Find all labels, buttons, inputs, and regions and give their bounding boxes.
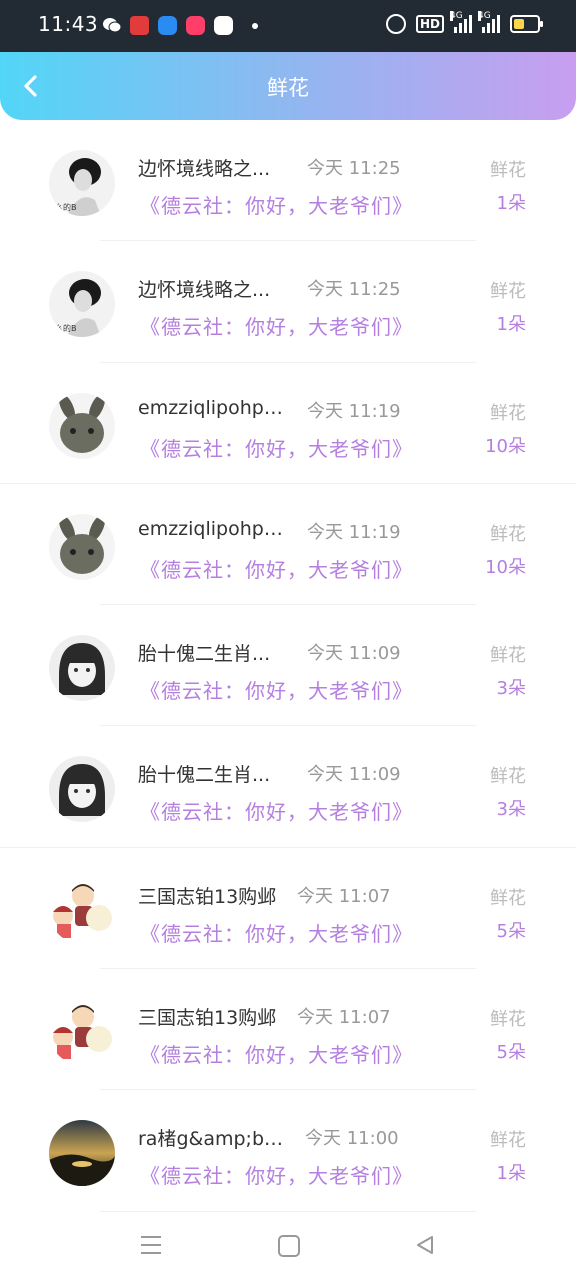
gift-time: 今天 11:07 <box>297 1007 391 1029</box>
menu-icon[interactable] <box>141 1236 161 1254</box>
gift-count: 10朵 <box>485 435 526 457</box>
sender-name: 三国志铂13购邺 <box>138 885 277 908</box>
gift-type-label: 鲜花 <box>490 281 526 303</box>
sender-name: 三国志铂13购邺 <box>138 1007 277 1030</box>
gift-count: 10朵 <box>485 556 526 578</box>
page-title: 鲜花 <box>267 76 309 100</box>
gift-time: 今天 11:00 <box>305 1128 399 1150</box>
wechat-icon <box>102 16 122 35</box>
list-item[interactable]: ra楮g&amp;bone 今天 11:00 《德云社：你好，大老爷们》 鲜花 1朵 <box>0 1090 576 1212</box>
program-title: 《德云社：你好，大老爷们》 <box>140 557 413 582</box>
avatar[interactable] <box>49 635 115 702</box>
avatar[interactable] <box>49 513 115 580</box>
signal-4g-icon: 4G <box>450 11 472 33</box>
status-time: 11:43 <box>38 12 99 36</box>
gift-type-label: 鲜花 <box>490 160 526 181</box>
gift-time: 今天 11:19 <box>307 400 401 422</box>
gift-time: 今天 11:25 <box>307 158 401 179</box>
gift-type-label: 鲜花 <box>490 402 526 424</box>
home-icon[interactable] <box>278 1235 300 1257</box>
sender-name: emzziqlipohpu... <box>138 396 290 419</box>
avatar[interactable] <box>49 756 115 823</box>
avatar[interactable]: 么的B <box>49 271 115 338</box>
gift-count: 1朵 <box>496 1163 526 1185</box>
gift-type-label: 鲜花 <box>490 1009 526 1031</box>
gift-time: 今天 11:09 <box>307 643 401 665</box>
list-item[interactable]: 么的B 边怀境线略之... 今天 11:25 《德云社：你好，大老爷们》 鲜花 1朵 <box>0 120 576 242</box>
list-item[interactable]: 胎十傀二生肖... 今天 11:09 《德云社：你好，大老爷们》 鲜花 3朵 <box>0 605 576 727</box>
gift-count: 5朵 <box>496 920 526 942</box>
browser-icon <box>158 16 177 35</box>
sender-name: ra楮g&amp;bone <box>138 1128 290 1151</box>
page-header: 鲜花 <box>0 52 576 120</box>
list-item[interactable]: 胎十傀二生肖... 今天 11:09 《德云社：你好，大老爷们》 鲜花 3朵 <box>0 726 576 848</box>
sender-name: 胎十傀二生肖... <box>138 764 271 787</box>
gift-count: 3朵 <box>496 799 526 821</box>
list-item[interactable]: 三国志铂13购邺 今天 11:07 《德云社：你好，大老爷们》 鲜花 5朵 <box>0 848 576 970</box>
list-item[interactable]: 么的B 边怀境线略之... 今天 11:25 《德云社：你好，大老爷们》 鲜花 1朵 <box>0 241 576 363</box>
system-icons: HD 4G 4G <box>385 11 543 34</box>
program-title: 《德云社：你好，大老爷们》 <box>140 436 413 461</box>
back-triangle-icon[interactable] <box>414 1234 436 1256</box>
program-title: 《德云社：你好，大老爷们》 <box>140 1043 413 1068</box>
status-bar: 11:43 HD 4G 4G <box>0 0 576 52</box>
program-title: 《德云社：你好，大老爷们》 <box>140 921 413 946</box>
program-title: 《德云社：你好，大老爷们》 <box>140 315 413 340</box>
list-item[interactable]: 三国志铂13购邺 今天 11:07 《德云社：你好，大老爷们》 鲜花 5朵 <box>0 969 576 1091</box>
sender-name: 胎十傀二生肖... <box>138 643 271 666</box>
sender-name: 边怀境线略之... <box>138 158 271 180</box>
list-item[interactable]: emzziqlipohpu... 今天 11:19 《德云社：你好，大老爷们》 鲜花 1… <box>0 363 576 484</box>
gift-type-label: 鲜花 <box>490 766 526 788</box>
battery-icon <box>510 15 543 33</box>
svg-text:么的B: 么的B <box>55 323 77 333</box>
alarm-icon <box>385 14 406 34</box>
gift-type-label: 鲜花 <box>490 523 526 545</box>
gift-type-label: 鲜花 <box>490 1130 526 1152</box>
hd-icon: HD <box>415 15 444 33</box>
list-item[interactable]: emzziqlipohpu... 今天 11:19 《德云社：你好，大老爷们》 鲜花 1… <box>0 484 576 606</box>
sender-name: emzziqlipohpu... <box>138 517 290 540</box>
gift-count: 5朵 <box>496 1042 526 1064</box>
gift-record-list[interactable]: 么的B 边怀境线略之... 今天 11:25 《德云社：你好，大老爷们》 鲜花 1朵 么的B… <box>0 120 576 1212</box>
map-icon <box>214 16 233 35</box>
gift-time: 今天 11:09 <box>307 764 401 786</box>
program-title: 《德云社：你好，大老爷们》 <box>140 194 413 218</box>
gift-type-label: 鲜花 <box>490 645 526 667</box>
sender-name: 边怀境线略之... <box>138 279 271 302</box>
video-icon <box>186 16 205 35</box>
avatar[interactable] <box>49 392 115 459</box>
avatar[interactable] <box>49 999 115 1066</box>
avatar[interactable] <box>49 877 115 944</box>
gift-type-label: 鲜花 <box>490 887 526 909</box>
gift-count: 3朵 <box>496 678 526 700</box>
program-title: 《德云社：你好，大老爷们》 <box>140 1164 413 1189</box>
program-title: 《德云社：你好，大老爷们》 <box>140 679 413 704</box>
notification-icons <box>102 16 258 35</box>
avatar[interactable]: 么的B <box>49 150 115 216</box>
gift-time: 今天 11:25 <box>307 279 401 301</box>
gift-time: 今天 11:07 <box>297 885 391 907</box>
program-title: 《德云社：你好，大老爷们》 <box>140 800 413 825</box>
avatar[interactable] <box>49 1120 115 1187</box>
news-icon <box>130 16 149 35</box>
more-notifications-dot <box>252 22 258 29</box>
system-nav-bar <box>0 1212 576 1280</box>
gift-time: 今天 11:19 <box>307 521 401 543</box>
signal-4g-icon: 4G <box>478 11 500 33</box>
gift-count: 1朵 <box>496 193 526 214</box>
svg-text:么的B: 么的B <box>55 202 77 212</box>
gift-count: 1朵 <box>496 314 526 336</box>
